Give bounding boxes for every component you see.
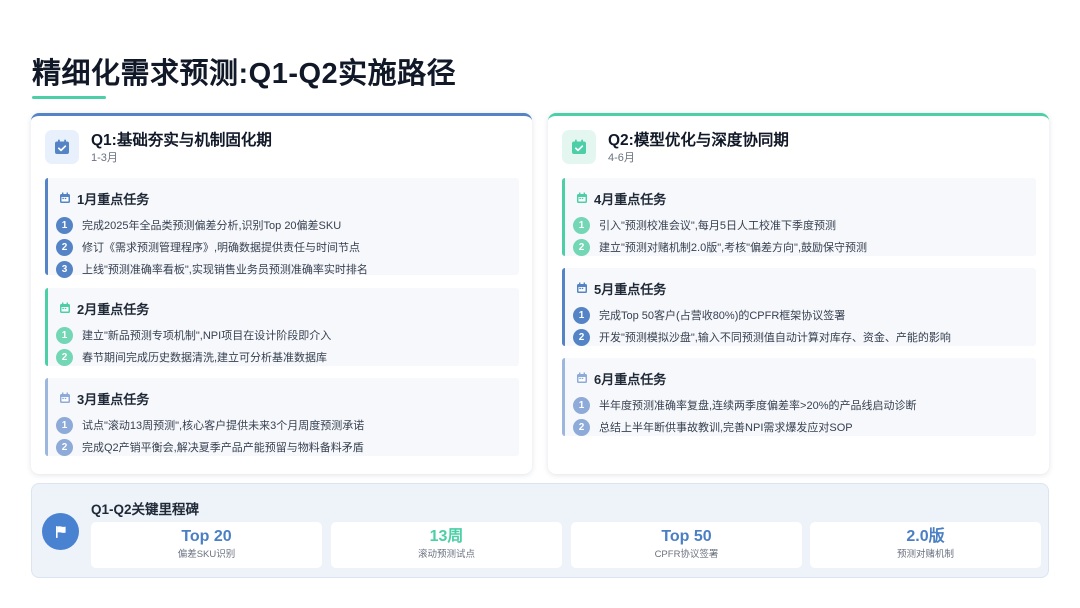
task-text: 完成Q2产销平衡会,解决夏季产品产能预留与物料备料矛盾: [82, 442, 364, 454]
month-title: 5月重点任务: [594, 281, 667, 297]
task-number: 2: [56, 238, 73, 256]
task-text: 半年度预测准确率复盘,连续两季度偏差率>20%的产品线启动诊断: [599, 400, 917, 412]
milestone-item: Top 20 偏差SKU识别: [91, 522, 322, 568]
milestone-value: Top 20: [181, 528, 232, 545]
q1-month-1: 1月重点任务 1 完成2025年全品类预测偏差分析,识别Top 20偏差SKU 2…: [45, 178, 519, 278]
page-title: 精细化需求预测:Q1-Q2实施路径: [32, 58, 457, 90]
flag-icon: [42, 513, 79, 550]
milestone-label: 滚动预测试点: [417, 549, 475, 560]
task-text: 春节期间完成历史数据清洗,建立可分析基准数据库: [82, 352, 328, 364]
month-title: 6月重点任务: [594, 371, 667, 387]
calendar-icon: [577, 192, 587, 203]
month-title: 3月重点任务: [77, 391, 150, 407]
milestone-item: Top 50 CPFR协议签署: [571, 522, 802, 568]
task-item: 2 完成Q2产销平衡会,解决夏季产品产能预留与物料备料矛盾: [56, 436, 519, 458]
task-text: 建立"新品预测专项机制",NPI项目在设计阶段即介入: [82, 330, 332, 342]
task-number: 2: [573, 238, 590, 256]
q1-month-3: 3月重点任务 1 试点"滚动13周预测",核心客户提供未来3个月周度预测承诺 2完…: [45, 378, 519, 456]
task-number: 2: [56, 438, 73, 456]
milestone-label: 偏差SKU识别: [177, 549, 236, 560]
q1-month-2: 2月重点任务 1 建立"新品预测专项机制",NPI项目在设计阶段即介入 2 春节期间…: [45, 288, 519, 366]
task-item: 1 完成Top 50客户(占营收80%)的CPFR框架协议签署: [573, 304, 1036, 326]
task-text: 引入"预测校准会议",每月5日人工校准下季度预测: [599, 220, 836, 232]
task-number: 1: [573, 216, 590, 234]
milestone-item: 13周 滚动预测试点: [331, 522, 562, 568]
task-item: 1 试点"滚动13周预测",核心客户提供未来3个月周度预测承诺: [56, 414, 519, 436]
task-number: 1: [56, 216, 73, 234]
task-number: 1: [56, 326, 73, 344]
q2-subtitle: 4-6月: [608, 152, 635, 164]
task-number: 1: [573, 306, 590, 324]
task-item: 1 引入"预测校准会议",每月5日人工校准下季度预测: [573, 214, 1036, 236]
q1-card: Q1:基础夯实与机制固化期 1-3月 1月重点任务 1 完成2025年全品类预测偏…: [31, 113, 532, 474]
calendar-check-icon: [45, 130, 79, 164]
month-title: 4月重点任务: [594, 191, 667, 207]
task-number: 2: [573, 328, 590, 346]
milestone-label: 预测对赌机制: [896, 549, 954, 560]
month-title: 2月重点任务: [77, 301, 150, 317]
task-number: 2: [573, 418, 590, 436]
task-text: 总结上半年断供事故教训,完善NPI需求爆发应对SOP: [599, 422, 853, 434]
milestone-label: CPFR协议签署: [654, 549, 719, 560]
task-text: 开发"预测模拟沙盘",输入不同预测值自动计算对库存、资金、产能的影响: [599, 332, 951, 344]
calendar-icon: [60, 192, 70, 203]
task-item: 1 建立"新品预测专项机制",NPI项目在设计阶段即介入: [56, 324, 519, 346]
q2-title: Q2:模型优化与深度协同期: [608, 132, 789, 149]
calendar-icon: [577, 372, 587, 383]
q1-title: Q1:基础夯实与机制固化期: [91, 132, 272, 149]
task-item: 3 上线"预测准确率看板",实现销售业务员预测准确率实时排名: [56, 258, 519, 280]
task-item: 2 春节期间完成历史数据清洗,建立可分析基准数据库: [56, 346, 519, 368]
q2-month-6: 6月重点任务 1 半年度预测准确率复盘,连续两季度偏差率>20%的产品线启动诊断 …: [562, 358, 1036, 436]
milestone-item: 2.0版 预测对赌机制: [810, 522, 1041, 568]
calendar-icon: [577, 282, 587, 293]
task-item: 1 完成2025年全品类预测偏差分析,识别Top 20偏差SKU: [56, 214, 519, 236]
month-title: 1月重点任务: [77, 191, 150, 207]
q2-month-5: 5月重点任务 1 完成Top 50客户(占营收80%)的CPFR框架协议签署 2开…: [562, 268, 1036, 346]
calendar-icon: [60, 302, 70, 313]
task-item: 2 建立"预测对赌机制2.0版",考核"偏差方向",鼓励保守预测: [573, 236, 1036, 258]
q2-card: Q2:模型优化与深度协同期 4-6月 4月重点任务 1 引入"预测校准会议",每月…: [548, 113, 1049, 474]
task-item: 2 总结上半年断供事故教训,完善NPI需求爆发应对SOP: [573, 416, 1036, 438]
task-number: 1: [573, 396, 590, 414]
task-text: 建立"预测对赌机制2.0版",考核"偏差方向",鼓励保守预测: [599, 242, 868, 254]
q2-header: Q2:模型优化与深度协同期 4-6月: [562, 130, 789, 170]
task-item: 1 半年度预测准确率复盘,连续两季度偏差率>20%的产品线启动诊断: [573, 394, 1036, 416]
task-number: 2: [56, 348, 73, 366]
calendar-icon: [60, 392, 70, 403]
milestone-value: 2.0版: [906, 528, 945, 545]
task-text: 试点"滚动13周预测",核心客户提供未来3个月周度预测承诺: [82, 420, 365, 432]
milestone-value: Top 50: [661, 528, 712, 545]
calendar-check-icon: [562, 130, 596, 164]
task-text: 完成Top 50客户(占营收80%)的CPFR框架协议签署: [599, 310, 846, 322]
q2-month-4: 4月重点任务 1 引入"预测校准会议",每月5日人工校准下季度预测 2 建立"预测对…: [562, 178, 1036, 256]
q1-subtitle: 1-3月: [91, 152, 118, 164]
task-item: 2 开发"预测模拟沙盘",输入不同预测值自动计算对库存、资金、产能的影响: [573, 326, 1036, 348]
task-number: 3: [56, 260, 73, 278]
task-text: 完成2025年全品类预测偏差分析,识别Top 20偏差SKU: [82, 220, 342, 232]
title-underline: [32, 96, 106, 99]
milestone-panel: Q1-Q2关键里程碑 Top 20 偏差SKU识别 13周 滚动预测试点 Top…: [31, 483, 1049, 578]
milestone-value: 13周: [429, 528, 464, 545]
task-item: 2 修订《需求预测管理程序》,明确数据提供责任与时间节点: [56, 236, 519, 258]
milestone-title: Q1-Q2关键里程碑: [91, 502, 200, 517]
task-number: 1: [56, 416, 73, 434]
q1-header: Q1:基础夯实与机制固化期 1-3月: [45, 130, 272, 170]
task-text: 上线"预测准确率看板",实现销售业务员预测准确率实时排名: [82, 264, 368, 276]
task-text: 修订《需求预测管理程序》,明确数据提供责任与时间节点: [82, 242, 361, 254]
